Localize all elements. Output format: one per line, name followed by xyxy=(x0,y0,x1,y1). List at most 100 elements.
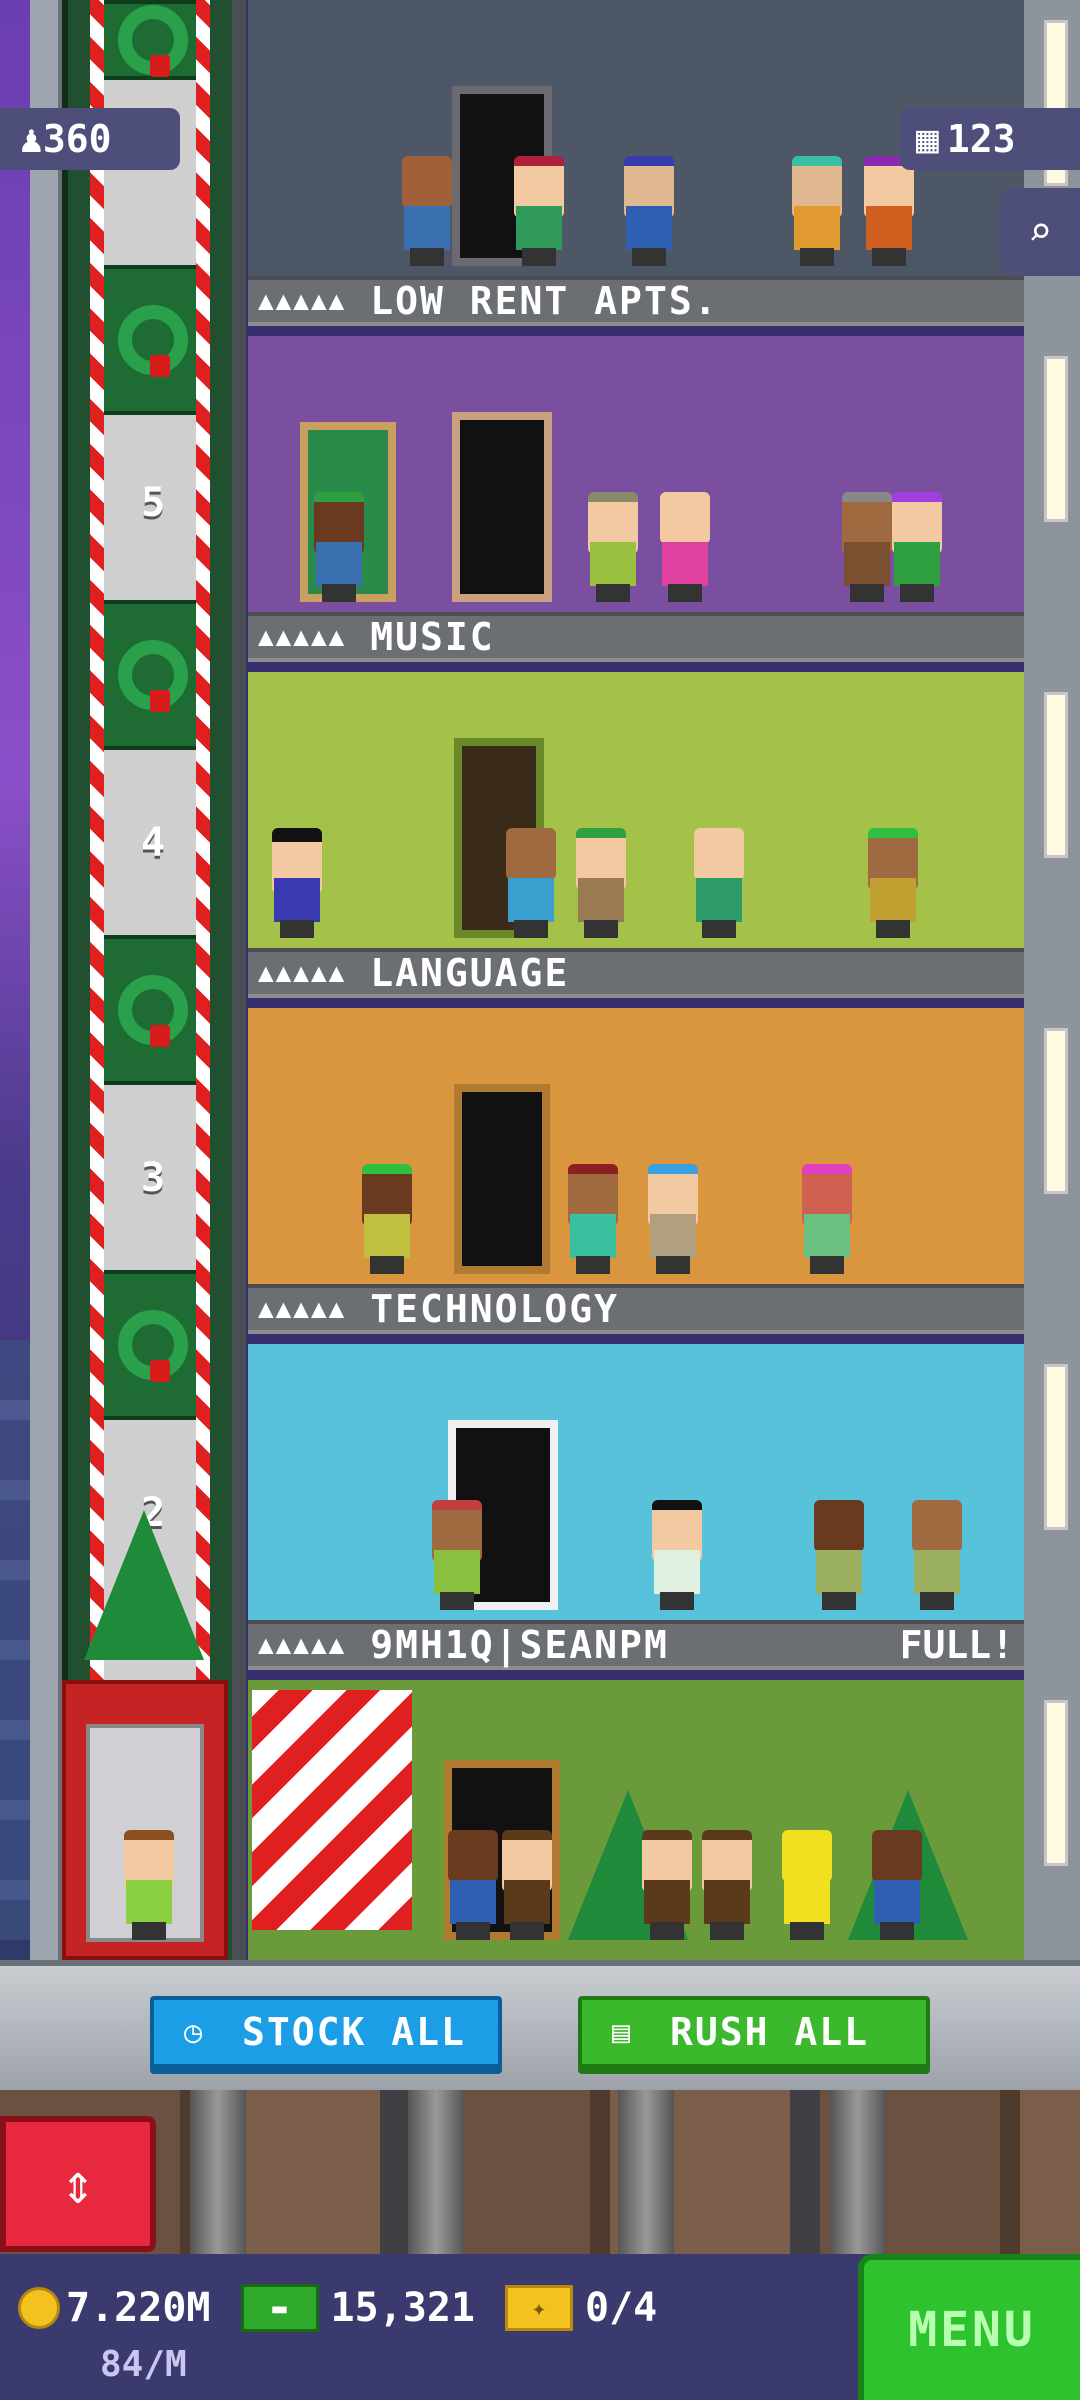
doorman[interactable] xyxy=(638,1830,696,1940)
resident[interactable] xyxy=(644,1164,702,1274)
wreath-icon xyxy=(118,975,188,1047)
elevator-shaft[interactable]: 5 4 3 2 xyxy=(62,0,244,1960)
ticket-icon: ✦ xyxy=(505,2285,573,2331)
stock-all-button[interactable]: ◷ STOCK ALL xyxy=(150,1996,502,2068)
resident[interactable] xyxy=(656,492,714,602)
wall-light xyxy=(1044,1364,1068,1530)
room-door xyxy=(452,412,552,602)
resident[interactable] xyxy=(510,156,568,266)
resident[interactable] xyxy=(572,828,630,938)
basement-pillar xyxy=(830,2090,886,2254)
floor-name: MUSIC xyxy=(370,615,495,659)
magnifier-icon: ⌕ xyxy=(1027,209,1053,255)
floor-label-bar: ▲▲▲▲▲ TECHNOLOGY xyxy=(248,1284,1024,1334)
resident[interactable] xyxy=(268,828,326,938)
resident[interactable] xyxy=(860,156,918,266)
wall-light xyxy=(1044,356,1068,522)
wreath-icon xyxy=(118,5,188,77)
wreath-icon xyxy=(118,640,188,712)
action-bar: ◷ STOCK ALL ▤ RUSH ALL xyxy=(0,1960,1080,2102)
basement-pillar xyxy=(618,2090,674,2254)
elevator-door xyxy=(98,935,208,1085)
hazmat-resident[interactable] xyxy=(778,1830,836,1940)
floor-label-bar: ▲▲▲▲▲ LOW RENT APTS. xyxy=(248,276,1024,326)
doorman[interactable] xyxy=(698,1830,756,1940)
population-counter[interactable]: ♟ 360 xyxy=(0,108,180,170)
clock-icon: ◷ xyxy=(183,2014,205,2050)
floor-stars: ▲▲▲▲▲ xyxy=(258,1630,347,1660)
floor-stars: ▲▲▲▲▲ xyxy=(258,958,347,988)
floor-music[interactable]: ▲▲▲▲▲ MUSIC xyxy=(248,336,1024,672)
resident[interactable] xyxy=(398,156,456,266)
floor-label-bar: ▲▲▲▲▲ 9MH1Q|SEANPM FULL! xyxy=(248,1620,1024,1670)
stock-all-label: STOCK ALL xyxy=(242,2010,466,2054)
shaft-interior: 5 4 3 2 xyxy=(98,0,208,1960)
search-button[interactable]: ⌕ xyxy=(1000,188,1080,276)
doorman[interactable] xyxy=(868,1830,926,1940)
floor-room xyxy=(248,336,1024,622)
floor-label-bar: ▲▲▲▲▲ LANGUAGE xyxy=(248,948,1024,998)
resident[interactable] xyxy=(810,1500,868,1610)
up-down-arrows-icon: ⇕ xyxy=(61,2151,95,2217)
floor-language[interactable]: ▲▲▲▲▲ LANGUAGE xyxy=(248,672,1024,1008)
tickets-value: 0/4 xyxy=(585,2285,658,2331)
floors-counter[interactable]: ▦ 123 xyxy=(900,108,1080,170)
lobby-elevator[interactable] xyxy=(62,1680,228,1960)
money-icon: ▤ xyxy=(611,2014,633,2050)
wall-light xyxy=(1044,692,1068,858)
coin-icon xyxy=(18,2287,60,2329)
tower-right-wall xyxy=(1024,0,1080,1960)
candy-cane-stripe xyxy=(196,0,210,1960)
resident[interactable] xyxy=(798,1164,856,1274)
resident[interactable] xyxy=(888,492,946,602)
population-value: 360 xyxy=(42,117,112,161)
elevator-ride-button[interactable]: ⇕ xyxy=(0,2116,156,2252)
rush-all-button[interactable]: ▤ RUSH ALL xyxy=(578,1996,930,2068)
doorman[interactable] xyxy=(498,1830,556,1940)
resident[interactable] xyxy=(502,828,560,938)
elevator-door xyxy=(98,0,208,80)
menu-button[interactable]: MENU xyxy=(858,2254,1080,2400)
floor-name: 9MH1Q|SEANPM xyxy=(370,1623,669,1667)
resident[interactable] xyxy=(788,156,846,266)
resident[interactable] xyxy=(584,492,642,602)
elevator-door xyxy=(98,1270,208,1420)
wall-light xyxy=(1044,1028,1068,1194)
floor-stars: ▲▲▲▲▲ xyxy=(258,1294,347,1324)
christmas-tree-icon xyxy=(84,1510,204,1660)
doorman[interactable] xyxy=(444,1830,502,1940)
floor-lobby[interactable]: ▲▲▲▲▲ 9MH1Q|SEANPM FULL! xyxy=(248,1344,1024,1680)
resident[interactable] xyxy=(620,156,678,266)
floor-full-status: FULL! xyxy=(899,1623,1014,1667)
coins-value: 7.220M xyxy=(66,2285,211,2331)
resident[interactable] xyxy=(428,1500,486,1610)
bux-value: 15,321 xyxy=(330,2285,476,2331)
floor-technology[interactable]: ▲▲▲▲▲ TECHNOLOGY xyxy=(248,1008,1024,1344)
floor-label-bar: ▲▲▲▲▲ MUSIC xyxy=(248,612,1024,662)
elevator-door xyxy=(98,600,208,750)
shaft-divider xyxy=(232,0,246,1960)
floor-name: TECHNOLOGY xyxy=(370,1287,620,1331)
floors-value: 123 xyxy=(946,117,1016,161)
resident[interactable] xyxy=(358,1164,416,1274)
lobby-interior xyxy=(248,1680,1024,1960)
floor-name: LANGUAGE xyxy=(370,951,570,995)
floor-stars: ▲▲▲▲▲ xyxy=(258,286,347,316)
lobby-room[interactable] xyxy=(248,1680,1024,1960)
person-icon: ♟ xyxy=(20,117,43,161)
bux-icon: ▬ xyxy=(240,2284,319,2332)
floor-stars: ▲▲▲▲▲ xyxy=(258,622,347,652)
resident[interactable] xyxy=(310,492,368,602)
resident[interactable] xyxy=(690,828,748,938)
elevator-rider[interactable] xyxy=(120,1830,178,1940)
basement-pillar xyxy=(408,2090,464,2254)
rush-all-label: RUSH ALL xyxy=(670,2010,870,2054)
resident[interactable] xyxy=(908,1500,966,1610)
building-icon: ▦ xyxy=(916,117,939,161)
resident[interactable] xyxy=(564,1164,622,1274)
floor-name: LOW RENT APTS. xyxy=(370,279,719,323)
resident[interactable] xyxy=(864,828,922,938)
resident[interactable] xyxy=(648,1500,706,1610)
city-skyline xyxy=(0,1340,30,1940)
game-screen: 5 4 3 2 ▲▲▲▲▲ LOW RENT APTS. ▲▲▲▲▲ MUSIC… xyxy=(0,0,1080,2400)
